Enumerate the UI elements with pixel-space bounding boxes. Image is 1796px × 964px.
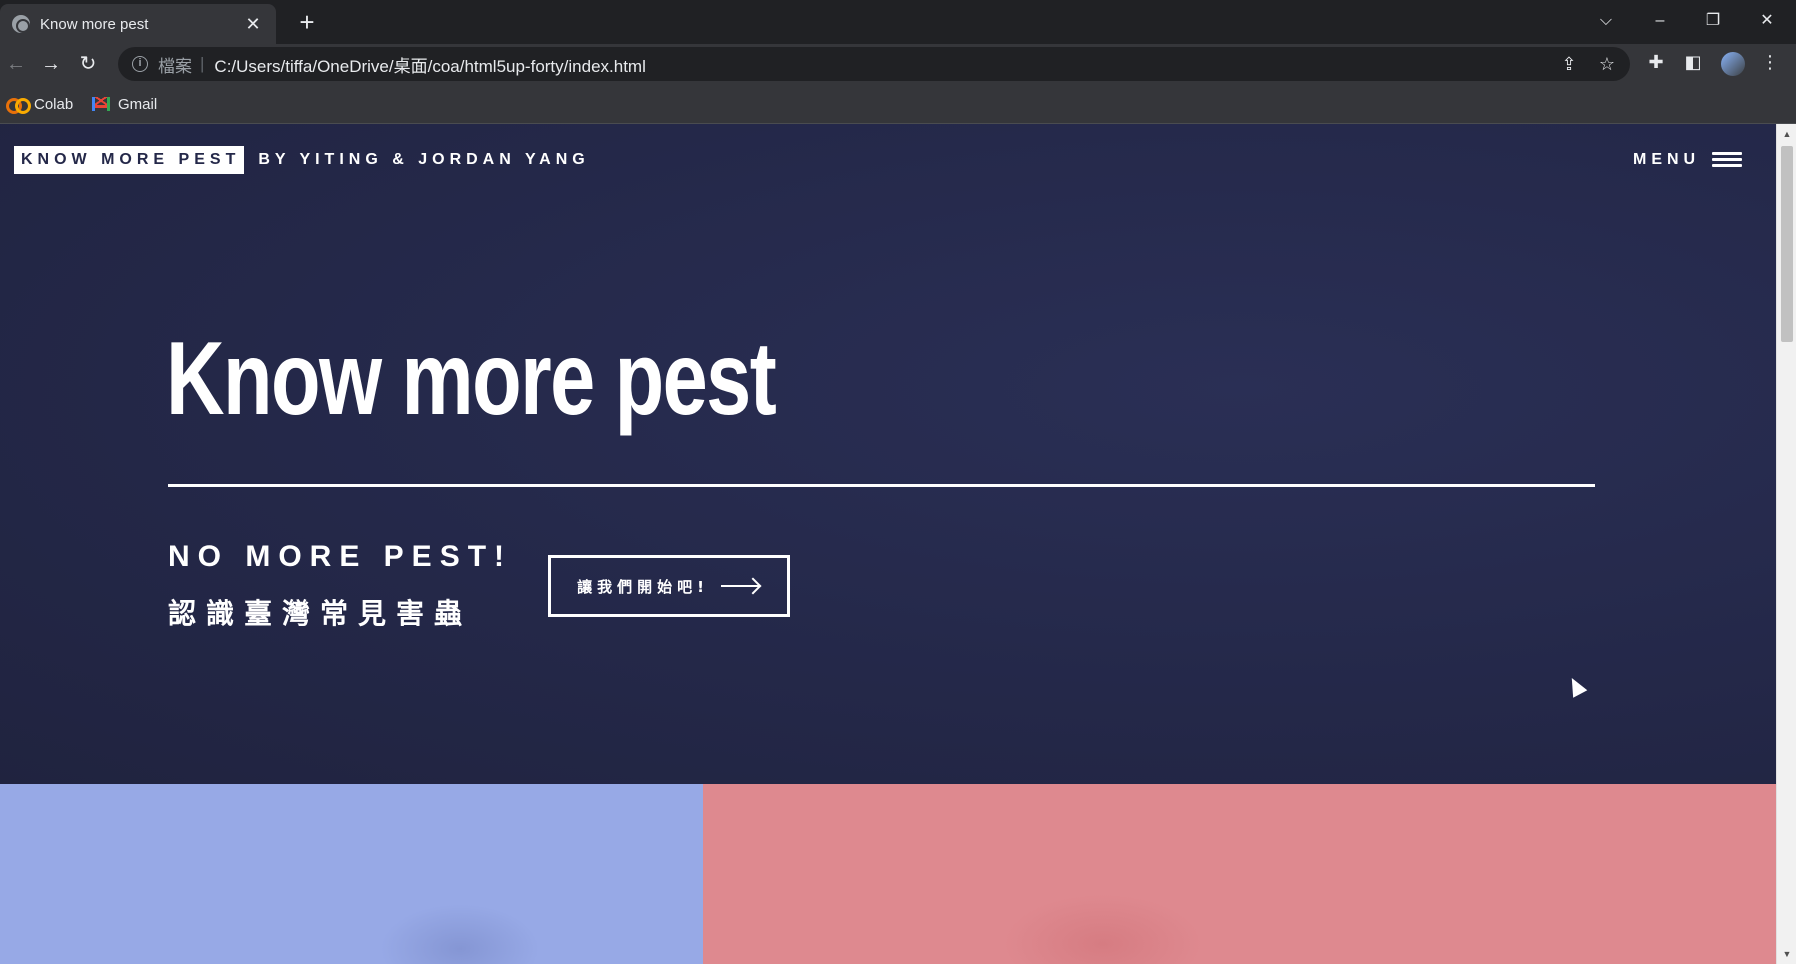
address-bar[interactable]: i 檔案 | C:/Users/tiffa/OneDrive/桌面/coa/ht… xyxy=(118,47,1630,81)
globe-icon xyxy=(12,15,30,33)
new-tab-button[interactable]: + xyxy=(293,8,321,36)
gmail-icon xyxy=(92,97,110,111)
menu-label: MENU xyxy=(1633,151,1701,168)
logo-box: KNOW MORE PEST xyxy=(14,146,245,174)
page-title: Know more pest xyxy=(166,321,777,437)
extensions-icon[interactable]: ✚ xyxy=(1643,52,1669,73)
bookmarks-bar: Colab Gmail xyxy=(0,84,1796,124)
bookmark-star-icon[interactable]: ☆ xyxy=(1596,54,1618,75)
menu-button[interactable]: MENU xyxy=(1633,150,1743,170)
page-viewport: KNOW MORE PEST BY YITING & JORDAN YANG M… xyxy=(0,124,1796,964)
vertical-scrollbar[interactable]: ▲ ▼ xyxy=(1776,124,1796,964)
profile-avatar[interactable] xyxy=(1721,52,1745,76)
hero-subtitle-zh: 認識臺灣常見害蟲 xyxy=(168,597,473,630)
bookmark-label: Gmail xyxy=(118,95,158,113)
tab-strip: Know more pest ✕ + ⌵ – ❐ ✕ xyxy=(0,0,1796,44)
hamburger-icon xyxy=(1712,152,1743,168)
scroll-up-arrow-icon[interactable]: ▲ xyxy=(1777,126,1796,142)
tab-search-icon[interactable]: ⌵ xyxy=(1586,6,1626,36)
browser-toolbar: ← → ↻ i 檔案 | C:/Users/tiffa/OneDrive/桌面/… xyxy=(0,44,1796,84)
colab-icon xyxy=(6,98,31,114)
file-scheme-label: 檔案 xyxy=(158,56,192,76)
site-info-icon[interactable]: i xyxy=(132,56,148,72)
bookmark-label: Colab xyxy=(34,95,74,113)
hero-divider xyxy=(168,484,1595,487)
scroll-thumb[interactable] xyxy=(1781,146,1793,342)
cta-label: 讓我們開始吧! xyxy=(577,577,709,596)
minimize-button[interactable]: – xyxy=(1640,6,1680,36)
restore-button[interactable]: ❐ xyxy=(1693,6,1733,36)
back-button[interactable]: ← xyxy=(0,48,32,80)
bookmark-gmail[interactable]: Gmail xyxy=(92,92,157,116)
get-started-button[interactable]: 讓我們開始吧! xyxy=(548,555,790,617)
share-icon[interactable]: ⇪ xyxy=(1558,54,1580,75)
site-logo[interactable]: KNOW MORE PEST BY YITING & JORDAN YANG xyxy=(14,146,590,174)
more-menu-icon[interactable]: ⋮ xyxy=(1757,52,1783,73)
tab-title: Know more pest xyxy=(40,15,149,33)
logo-byline: BY YITING & JORDAN YANG xyxy=(258,151,590,168)
hero-subtitle-en: NO MORE PEST! xyxy=(168,540,513,573)
bookmark-colab[interactable]: Colab xyxy=(6,92,73,116)
arrow-right-icon xyxy=(720,579,761,593)
hero-banner: KNOW MORE PEST BY YITING & JORDAN YANG M… xyxy=(0,124,1776,784)
tile-pink[interactable] xyxy=(703,784,1776,964)
address-separator: | xyxy=(200,54,205,73)
scroll-down-arrow-icon[interactable]: ▼ xyxy=(1777,946,1796,962)
close-tab-icon[interactable]: ✕ xyxy=(242,14,264,35)
window-close-button[interactable]: ✕ xyxy=(1747,6,1787,36)
tab-know-more-pest[interactable]: Know more pest ✕ xyxy=(0,4,276,44)
forward-button[interactable]: → xyxy=(35,48,67,80)
side-panel-icon[interactable]: ◧ xyxy=(1680,52,1706,73)
url-text[interactable]: C:/Users/tiffa/OneDrive/桌面/coa/html5up-f… xyxy=(214,52,645,77)
reload-button[interactable]: ↻ xyxy=(72,48,104,80)
tile-blue[interactable] xyxy=(0,784,703,964)
